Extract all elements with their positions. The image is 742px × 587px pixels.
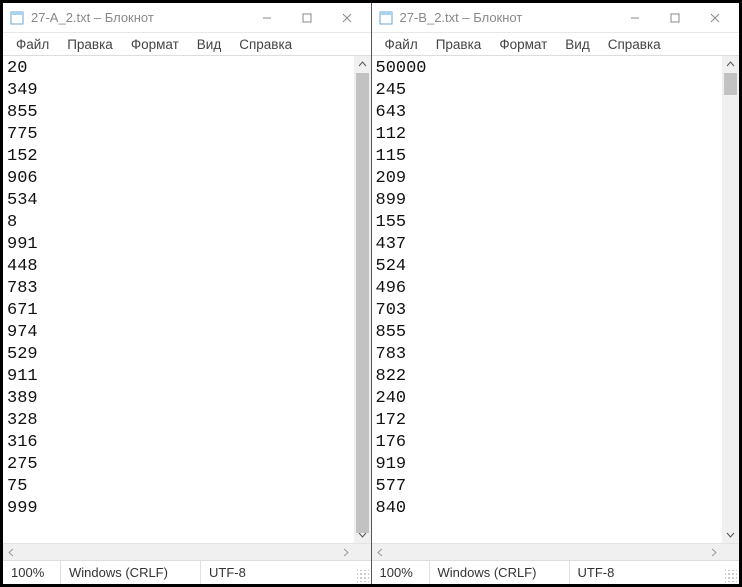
statusbar: 100% Windows (CRLF) UTF-8 xyxy=(372,560,740,584)
status-zoom: 100% xyxy=(3,561,61,584)
text-content[interactable]: 50000 245 643 112 115 209 899 155 437 52… xyxy=(372,56,723,543)
status-eol: Windows (CRLF) xyxy=(61,561,201,584)
menu-view[interactable]: Вид xyxy=(188,36,230,53)
text-content[interactable]: 20 349 855 775 152 906 534 8 991 448 783… xyxy=(3,56,354,543)
status-eol: Windows (CRLF) xyxy=(430,561,570,584)
notepad-window-a: 27-A_2.txt – Блокнот Файл Правка Формат … xyxy=(3,3,372,584)
vertical-scrollbar[interactable] xyxy=(722,56,739,543)
menubar: Файл Правка Формат Вид Справка xyxy=(372,33,740,55)
minimize-button[interactable] xyxy=(247,4,287,32)
scroll-left-icon[interactable] xyxy=(372,544,389,561)
menu-help[interactable]: Справка xyxy=(599,36,670,53)
scroll-thumb[interactable] xyxy=(724,73,737,95)
maximize-button[interactable] xyxy=(287,4,327,32)
scroll-thumb[interactable] xyxy=(356,73,369,533)
scroll-corner xyxy=(722,544,739,561)
horizontal-scrollbar[interactable] xyxy=(372,543,740,560)
scroll-up-icon[interactable] xyxy=(354,56,371,73)
menu-format[interactable]: Формат xyxy=(122,36,188,53)
notepad-icon xyxy=(378,10,394,26)
menu-edit[interactable]: Правка xyxy=(58,36,122,53)
scroll-right-icon[interactable] xyxy=(337,544,354,561)
close-button[interactable] xyxy=(327,4,367,32)
window-title: 27-A_2.txt – Блокнот xyxy=(31,10,154,25)
window-title: 27-B_2.txt – Блокнот xyxy=(400,10,523,25)
minimize-button[interactable] xyxy=(615,4,655,32)
status-encoding: UTF-8 xyxy=(570,561,723,584)
scroll-track[interactable] xyxy=(354,73,371,526)
titlebar[interactable]: 27-B_2.txt – Блокнот xyxy=(372,3,740,33)
notepad-icon xyxy=(9,10,25,26)
scroll-down-icon[interactable] xyxy=(722,526,739,543)
maximize-button[interactable] xyxy=(655,4,695,32)
scroll-up-icon[interactable] xyxy=(722,56,739,73)
scroll-left-icon[interactable] xyxy=(3,544,20,561)
close-button[interactable] xyxy=(695,4,735,32)
editor-area: 20 349 855 775 152 906 534 8 991 448 783… xyxy=(3,55,371,543)
menu-format[interactable]: Формат xyxy=(490,36,556,53)
desktop: 27-A_2.txt – Блокнот Файл Правка Формат … xyxy=(0,0,742,587)
menu-edit[interactable]: Правка xyxy=(427,36,491,53)
statusbar: 100% Windows (CRLF) UTF-8 xyxy=(3,560,371,584)
scroll-right-icon[interactable] xyxy=(705,544,722,561)
notepad-window-b: 27-B_2.txt – Блокнот Файл Правка Формат … xyxy=(372,3,740,584)
status-encoding: UTF-8 xyxy=(201,561,354,584)
status-zoom: 100% xyxy=(372,561,430,584)
titlebar[interactable]: 27-A_2.txt – Блокнот xyxy=(3,3,371,33)
menubar: Файл Правка Формат Вид Справка xyxy=(3,33,371,55)
editor-area: 50000 245 643 112 115 209 899 155 437 52… xyxy=(372,55,740,543)
resize-grip[interactable] xyxy=(722,561,739,584)
menu-file[interactable]: Файл xyxy=(7,36,58,53)
scroll-corner xyxy=(354,544,371,561)
menu-file[interactable]: Файл xyxy=(376,36,427,53)
menu-help[interactable]: Справка xyxy=(230,36,301,53)
resize-grip[interactable] xyxy=(354,561,371,584)
scroll-track[interactable] xyxy=(722,73,739,526)
vertical-scrollbar[interactable] xyxy=(354,56,371,543)
menu-view[interactable]: Вид xyxy=(556,36,598,53)
horizontal-scrollbar[interactable] xyxy=(3,543,371,560)
